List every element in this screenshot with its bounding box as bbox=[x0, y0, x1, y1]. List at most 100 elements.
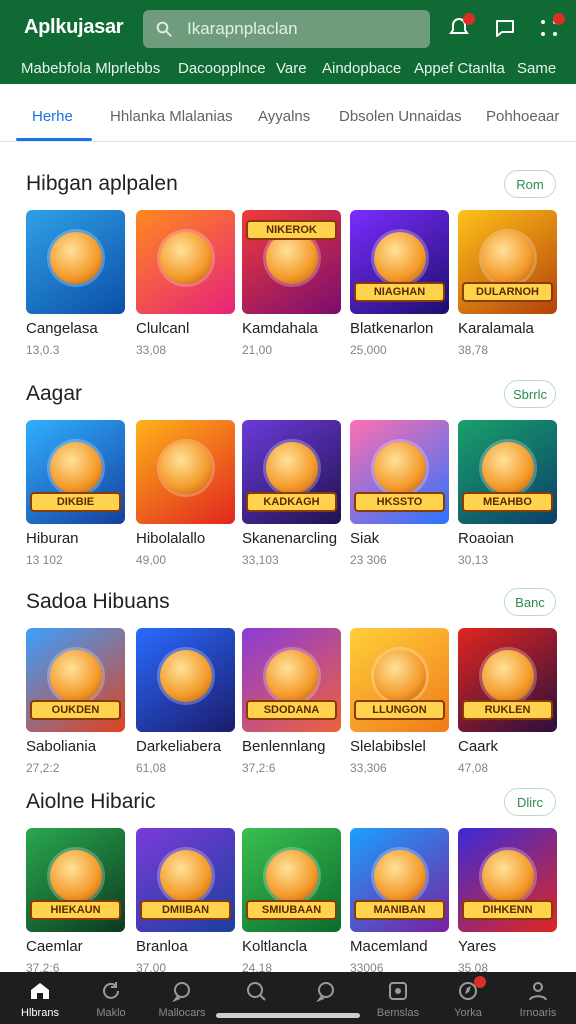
chat-icon[interactable] bbox=[493, 16, 517, 40]
app-icon[interactable]: DIKBIE bbox=[26, 420, 125, 524]
app-meta: 37,2:6 bbox=[242, 761, 276, 775]
search-icon bbox=[247, 982, 266, 1001]
app-icon-logo-text: HIEKAUN bbox=[30, 900, 121, 920]
app-icon-logo-text: NIAGHAN bbox=[354, 282, 445, 302]
nav-item[interactable]: Hlbrans bbox=[8, 972, 72, 1024]
section-title: Hibgan aplpalen bbox=[26, 172, 178, 195]
app-icon[interactable]: RUKLEN bbox=[458, 628, 557, 732]
app-card[interactable]: Clulcanl 33,08 bbox=[136, 210, 235, 357]
app-section: Sadoa Hibuans Banc OUKDEN Saboliania 27,2:2 D… bbox=[0, 588, 576, 790]
tab-item[interactable]: Hhlanka Mlalanias bbox=[110, 108, 233, 125]
search-placeholder: Ikarapnplaclan bbox=[187, 19, 298, 38]
brand-logo[interactable]: Aplkujasar bbox=[24, 16, 124, 39]
app-icon[interactable]: OUKDEN bbox=[26, 628, 125, 732]
tab-home[interactable]: Herhe bbox=[32, 108, 73, 125]
app-icon[interactable]: KADKAGH bbox=[242, 420, 341, 524]
section-more-button[interactable]: Dlirc bbox=[504, 788, 556, 816]
app-icon[interactable]: NIAGHAN bbox=[350, 210, 449, 314]
app-icon[interactable]: SDODANA bbox=[242, 628, 341, 732]
app-icon[interactable]: MEAHBO bbox=[458, 420, 557, 524]
app-card[interactable]: NIAGHAN Blatkenarlon 25,000 bbox=[350, 210, 449, 357]
app-icon[interactable]: HIEKAUN bbox=[26, 828, 125, 932]
search-icon bbox=[156, 21, 172, 37]
app-card[interactable]: MANIBAN Macemland 33006 bbox=[350, 828, 449, 975]
app-card[interactable]: OUKDEN Saboliania 27,2:2 bbox=[26, 628, 125, 775]
app-card[interactable]: DIKBIE Hiburan 13 102 bbox=[26, 420, 125, 567]
tab-item[interactable]: Pohhoeaar bbox=[486, 108, 559, 125]
app-meta: 30,13 bbox=[458, 553, 489, 567]
category-item[interactable]: Mabebfola Mlprlebbs bbox=[21, 60, 160, 77]
app-icon[interactable] bbox=[136, 210, 235, 314]
app-meta: 13 102 bbox=[26, 553, 63, 567]
section-more-button[interactable]: Rom bbox=[504, 170, 556, 198]
app-icon[interactable] bbox=[136, 420, 235, 524]
tab-item[interactable]: Dbsolen Unnaidas bbox=[339, 108, 462, 125]
app-icon[interactable] bbox=[136, 628, 235, 732]
category-item[interactable]: Aindopbace bbox=[322, 60, 401, 77]
app-name: Slelabibslel bbox=[350, 738, 426, 755]
app-icon[interactable]: LLUNGON bbox=[350, 628, 449, 732]
app-icon-logo-text: SDODANA bbox=[246, 700, 337, 720]
character-art bbox=[482, 232, 534, 284]
app-card[interactable]: DMIIBAN Branloa 37,00 bbox=[136, 828, 235, 975]
app-icon-logo-text: NIKEROK bbox=[246, 220, 337, 240]
app-icon[interactable] bbox=[26, 210, 125, 314]
app-card[interactable]: SMIUBAAN Koltlancla 24,18 bbox=[242, 828, 341, 975]
app-icon[interactable]: DIHKENN bbox=[458, 828, 557, 932]
nav-item[interactable]: Bemslas bbox=[366, 972, 430, 1024]
nav-item[interactable]: Irnoaris bbox=[506, 972, 570, 1024]
notification-icon[interactable] bbox=[447, 13, 475, 40]
app-card[interactable]: SDODANA Benlennlang 37,2:6 bbox=[242, 628, 341, 775]
app-icon[interactable]: DULARNOH bbox=[458, 210, 557, 314]
app-row: Cangelasa 13,0.3 Clulcanl 33,08 NIKEROK Kamda… bbox=[26, 210, 557, 370]
app-icon[interactable]: MANIBAN bbox=[350, 828, 449, 932]
app-icon-logo-text: SMIUBAAN bbox=[246, 900, 337, 920]
app-icon[interactable]: DMIIBAN bbox=[136, 828, 235, 932]
app-card[interactable]: DIHKENN Yares 35,08 bbox=[458, 828, 557, 975]
character-art bbox=[482, 442, 534, 494]
app-meta: 33,306 bbox=[350, 761, 387, 775]
app-card[interactable]: Hibolalallo 49,00 bbox=[136, 420, 235, 567]
nav-item[interactable]: Yorka bbox=[436, 972, 500, 1024]
category-item[interactable]: Same bbox=[517, 60, 556, 77]
app-card[interactable]: Cangelasa 13,0.3 bbox=[26, 210, 125, 357]
character-art bbox=[374, 850, 426, 902]
app-name: Caemlar bbox=[26, 938, 83, 955]
app-section: Hibgan aplpalen Rom Cangelasa 13,0.3 Clulcan… bbox=[0, 170, 576, 372]
section-more-button[interactable]: Sbrrlc bbox=[504, 380, 556, 408]
category-item[interactable]: Appef Ctanlta bbox=[414, 60, 505, 77]
app-meta: 33,103 bbox=[242, 553, 279, 567]
refresh-icon bbox=[103, 982, 119, 999]
app-card[interactable]: LLUNGON Slelabibslel 33,306 bbox=[350, 628, 449, 775]
chat-icon bbox=[316, 982, 334, 1003]
nav-label: Irnoaris bbox=[519, 1007, 557, 1019]
app-icon-logo-text: MANIBAN bbox=[354, 900, 445, 920]
more-icon[interactable] bbox=[537, 13, 565, 40]
section-more-button[interactable]: Banc bbox=[504, 588, 556, 616]
app-name: Hibolalallo bbox=[136, 530, 206, 547]
app-icon-logo-text: OUKDEN bbox=[30, 700, 121, 720]
app-card[interactable]: HIEKAUN Caemlar 37,2:6 bbox=[26, 828, 125, 975]
app-icon[interactable]: NIKEROK bbox=[242, 210, 341, 314]
home-indicator[interactable] bbox=[216, 1013, 360, 1018]
app-card[interactable]: KADKAGH Skanenarcling 33,103 bbox=[242, 420, 341, 567]
nav-item[interactable]: Mallocars bbox=[150, 972, 214, 1024]
tab-item[interactable]: Ayyalns bbox=[258, 108, 310, 125]
app-card[interactable]: NIKEROK Kamdahala 21,00 bbox=[242, 210, 341, 357]
character-art bbox=[50, 442, 102, 494]
search-bar[interactable]: Ikarapnplaclan bbox=[143, 10, 430, 48]
app-card[interactable]: RUKLEN Caark 47,08 bbox=[458, 628, 557, 775]
character-art bbox=[160, 442, 212, 494]
app-name: Koltlancla bbox=[242, 938, 308, 955]
app-card[interactable]: DULARNOH Karalamala 38,78 bbox=[458, 210, 557, 357]
nav-item[interactable]: Maklo bbox=[79, 972, 143, 1024]
app-icon[interactable]: SMIUBAAN bbox=[242, 828, 341, 932]
app-icon[interactable]: HKSSTO bbox=[350, 420, 449, 524]
app-card[interactable]: Darkeliabera 61,08 bbox=[136, 628, 235, 775]
character-art bbox=[266, 850, 318, 902]
app-card[interactable]: MEAHBO Roaoian 30,13 bbox=[458, 420, 557, 567]
category-item[interactable]: Dacoopplnce bbox=[178, 60, 266, 77]
app-card[interactable]: HKSSTO Siak 23 306 bbox=[350, 420, 449, 567]
character-art bbox=[266, 650, 318, 702]
category-item[interactable]: Vare bbox=[276, 60, 307, 77]
